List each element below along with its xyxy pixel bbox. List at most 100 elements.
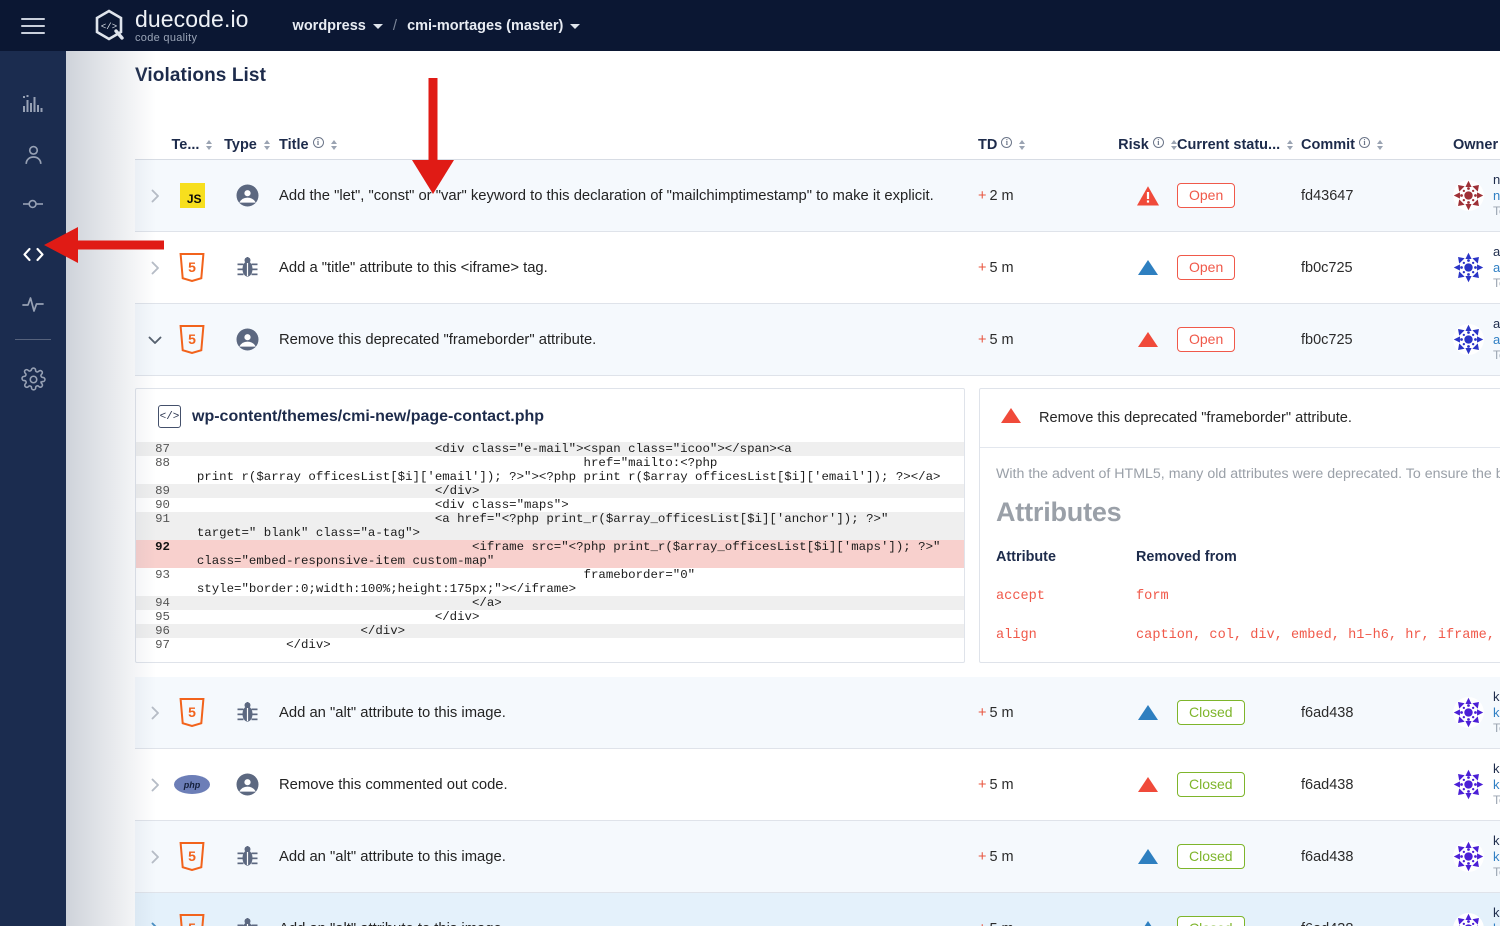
row-title[interactable]: Add an "alt" attribute to this image. [278,921,978,926]
owner-login[interactable]: ke [1493,705,1500,721]
owner-login[interactable]: ke [1493,777,1500,793]
sidebar-item-code[interactable] [8,229,58,279]
row-owner[interactable]: k ke Te [1453,833,1500,881]
row-status[interactable]: Open [1177,327,1301,353]
hamburger-icon[interactable] [0,0,66,51]
column-header-tech[interactable]: Te... [172,137,213,153]
info-icon[interactable]: i [1001,137,1012,148]
column-header-status[interactable]: Current statu... [1177,137,1301,153]
sort-toggle[interactable] [1377,140,1383,150]
owner-login[interactable]: ke [1493,921,1500,926]
brand-name: duecode.io [135,8,249,31]
sort-toggle[interactable] [1287,140,1293,150]
table-row[interactable]: 5 Add an "alt" attribute to this image. … [135,821,1500,893]
row-expand-toggle[interactable] [135,704,168,722]
row-title[interactable]: Remove this deprecated "frameborder" att… [278,332,978,348]
row-expand-toggle[interactable] [135,259,168,277]
sort-toggle[interactable] [1171,140,1177,150]
status-badge[interactable]: Open [1177,327,1235,353]
column-header-owner[interactable]: Owner i [1453,137,1500,153]
status-badge[interactable]: Open [1177,183,1235,209]
column-header-title[interactable]: Title i [279,137,978,153]
sidebar-item-people[interactable] [8,129,58,179]
row-status[interactable]: Closed [1177,844,1301,870]
row-expand-toggle[interactable] [135,848,168,866]
code-line-source: <iframe src="<?php print_r($array_office… [182,540,948,568]
status-badge[interactable]: Closed [1177,700,1245,726]
owner-login[interactable]: ke [1493,849,1500,865]
sidebar-item-settings-sliders[interactable] [8,179,58,229]
code-line: 93 frameborder="0" style="border:0;width… [136,568,964,596]
table-row[interactable]: 5 Add an "alt" attribute to this image. … [135,677,1500,749]
owner-login[interactable]: ne [1493,188,1500,204]
sort-toggle[interactable] [264,140,270,150]
row-owner[interactable]: k ke Te [1453,905,1500,926]
row-title[interactable]: Add an "alt" attribute to this image. [278,705,978,721]
row-commit[interactable]: fb0c725 [1301,332,1453,348]
sidebar-divider [15,339,51,340]
row-status[interactable]: Closed [1177,916,1301,926]
top-bar: </> duecode.io code quality wordpress / … [0,0,1500,51]
code-line-source: frameborder="0" style="border:0;width:10… [182,568,703,596]
avatar [1453,841,1484,872]
sidebar-item-activity[interactable] [8,279,58,329]
row-expand-toggle[interactable] [135,776,168,794]
brand-logo[interactable]: </> duecode.io code quality [92,8,249,44]
table-row[interactable]: 5 Add an "alt" attribute to this image. … [135,893,1500,926]
table-row[interactable]: JS Add the "let", "const" or "var" keywo… [135,160,1500,232]
column-header-td[interactable]: TD i [978,137,1118,153]
row-title[interactable]: Add the "let", "const" or "var" keyword … [278,188,978,204]
row-title[interactable]: Add a "title" attribute to this <iframe>… [278,260,978,276]
table-row[interactable]: 5 Add a "title" attribute to this <ifram… [135,232,1500,304]
row-status[interactable]: Open [1177,255,1301,281]
row-owner[interactable]: a ak Te [1453,244,1500,292]
attributes-table-header: Attribute Removed from [996,538,1500,577]
row-type-icon [216,772,278,797]
row-title[interactable]: Remove this commented out code. [278,777,978,793]
row-commit[interactable]: fb0c725 [1301,260,1453,276]
row-technical-debt: +5 m [978,777,1118,793]
row-owner[interactable]: a ak Te [1453,316,1500,364]
row-owner[interactable]: n ne Te [1453,172,1500,220]
row-owner[interactable]: k ke Te [1453,761,1500,809]
status-badge[interactable]: Closed [1177,772,1245,798]
row-title[interactable]: Add an "alt" attribute to this image. [278,849,978,865]
sort-toggle[interactable] [206,140,212,150]
status-badge[interactable]: Open [1177,255,1235,281]
row-expand-toggle[interactable] [135,187,168,205]
sort-toggle[interactable] [331,140,337,150]
status-badge[interactable]: Closed [1177,916,1245,926]
table-row[interactable]: 5 Remove this deprecated "frameborder" a… [135,304,1500,376]
column-header-commit[interactable]: Commit i [1301,137,1453,153]
sidebar-item-analytics[interactable] [8,79,58,129]
row-commit[interactable]: f6ad438 [1301,921,1453,926]
column-header-risk[interactable]: Risk i [1118,137,1177,153]
sidebar-item-preferences[interactable] [8,354,58,404]
breadcrumb-project[interactable]: wordpress [293,18,383,34]
breadcrumb-repo[interactable]: cmi-mortages (master) [407,18,580,34]
row-owner[interactable]: k ke Te [1453,689,1500,737]
column-header-type[interactable]: Type [224,137,270,153]
row-tech-icon: 5 [168,325,216,354]
code-line-number: 88 [136,456,182,484]
row-commit[interactable]: f6ad438 [1301,849,1453,865]
row-commit[interactable]: f6ad438 [1301,705,1453,721]
row-commit[interactable]: f6ad438 [1301,777,1453,793]
row-expand-toggle[interactable] [135,331,168,349]
row-expand-toggle[interactable] [135,920,168,926]
owner-login[interactable]: ak [1493,332,1500,348]
row-status[interactable]: Closed [1177,700,1301,726]
info-icon[interactable]: i [1153,137,1164,148]
status-badge[interactable]: Closed [1177,844,1245,870]
row-commit[interactable]: fd43647 [1301,188,1453,204]
owner-login[interactable]: ak [1493,260,1500,276]
sort-toggle[interactable] [1019,140,1025,150]
info-icon[interactable]: i [1359,137,1370,148]
row-technical-debt: +2 m [978,188,1118,204]
row-status[interactable]: Closed [1177,772,1301,798]
row-status[interactable]: Open [1177,183,1301,209]
code-file-path[interactable]: wp-content/themes/cmi-new/page-contact.p… [192,408,544,426]
info-icon[interactable]: i [313,137,324,148]
table-row[interactable]: php Remove this commented out code. +5 m… [135,749,1500,821]
row-tech-icon: 5 [168,253,216,282]
